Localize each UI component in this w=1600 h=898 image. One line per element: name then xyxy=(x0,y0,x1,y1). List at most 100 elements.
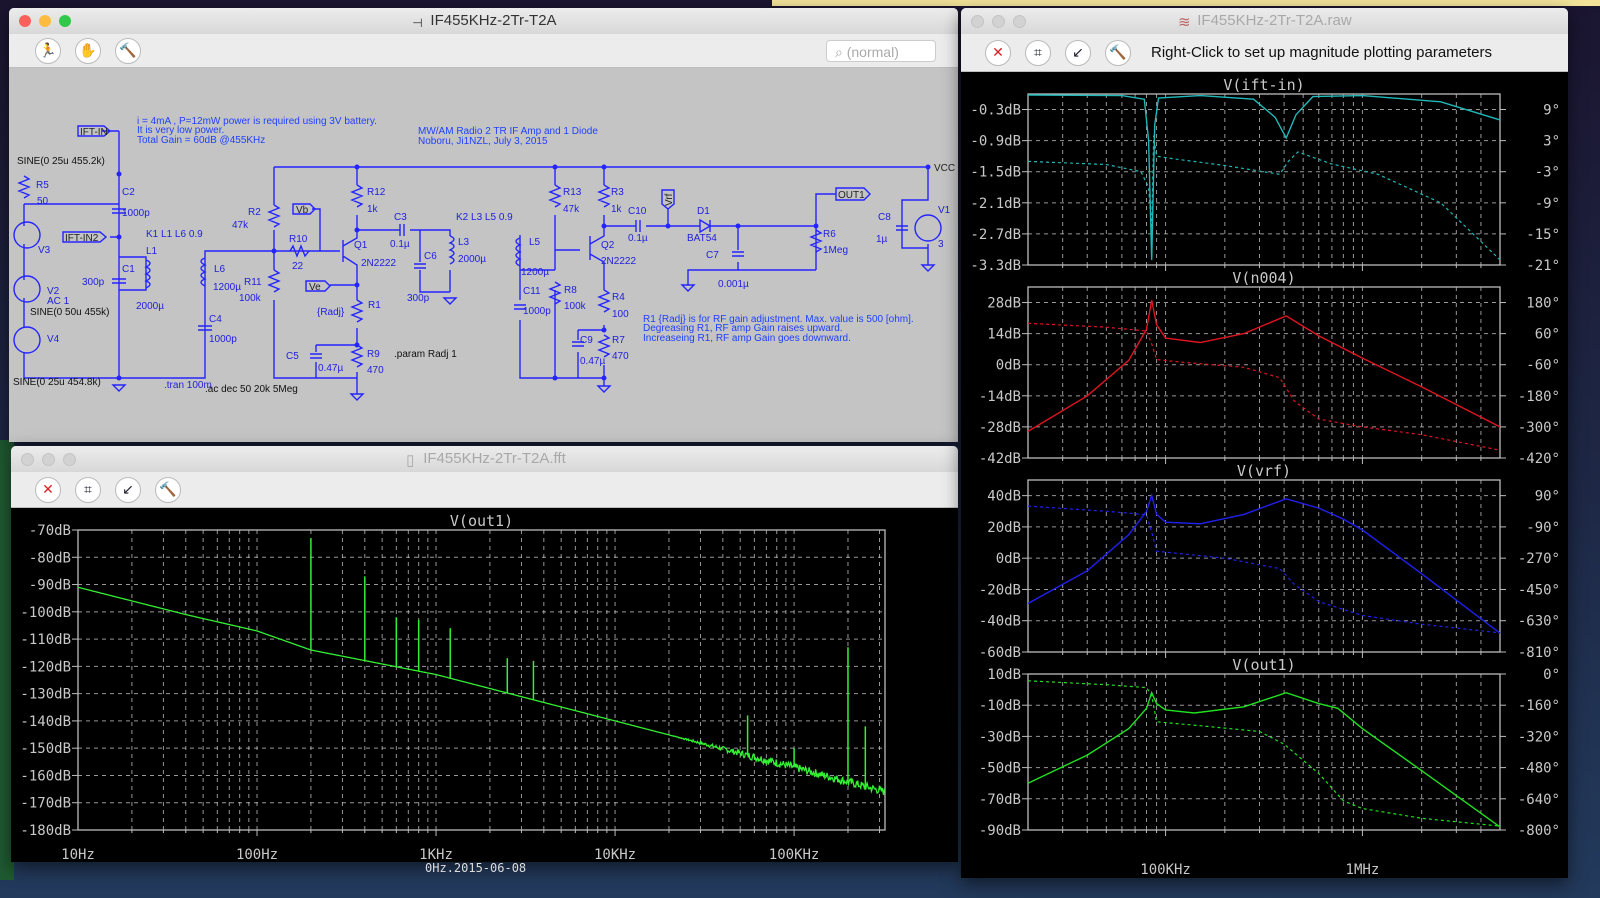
raw-plot-pane[interactable]: -0.3dB -0.9dB -1.5dB -2.1dB -2.7dB -3.3dB 9° 3°… xyxy=(961,72,1568,878)
plot-title: V(out1) xyxy=(450,512,513,530)
fft-plot-pane[interactable]: -70dB -80dB -90dB -100dB -110dB -120dB -130dB -… xyxy=(11,508,958,862)
flag-vb[interactable]: Vb xyxy=(296,205,309,216)
value-c3: 0.1µ xyxy=(390,239,410,250)
y-tick-label: -120dB xyxy=(20,659,71,675)
value-l3: 2000µ xyxy=(458,254,486,265)
schematic-canvas[interactable]: i = 4mA , P=12mW power is required using… xyxy=(9,68,958,442)
y-tick-label: -28dB xyxy=(979,420,1021,436)
y-tick-label: -150dB xyxy=(20,741,71,757)
label-c10: C10 xyxy=(628,206,647,217)
value-l1: 2000µ xyxy=(136,301,164,312)
label-q2: Q2 xyxy=(601,240,615,251)
value-r12: 1k xyxy=(367,204,379,215)
y2-tick-label: 60° xyxy=(1535,327,1560,343)
zoom-back-icon[interactable]: ↙ xyxy=(1065,39,1091,66)
search-input[interactable]: ⌕ (normal) xyxy=(826,40,936,62)
control-panel-hammer-icon[interactable]: 🔨 xyxy=(155,476,181,503)
value-c1: 300p xyxy=(82,277,105,288)
flag-ift-in2[interactable]: IFT-IN2 xyxy=(65,233,99,244)
toolbar-hint: Right-Click to set up magnitude plotting… xyxy=(1151,44,1493,61)
label-r7: R7 xyxy=(612,335,625,346)
fft-toolbar: ✕ ⌗ ↙ 🔨 xyxy=(11,472,958,508)
y-tick-label: -110dB xyxy=(20,632,71,648)
plot-frame xyxy=(1027,93,1501,266)
value-v2-ac: AC 1 xyxy=(47,296,70,307)
label-v1: V1 xyxy=(938,205,951,216)
y-tick-label: -160dB xyxy=(20,768,71,784)
label-c8: C8 xyxy=(878,212,891,223)
magnitude-trace xyxy=(1027,690,1501,828)
y-tick-label: -80dB xyxy=(29,550,71,566)
schematic-titlebar[interactable]: ⊣ IF455KHz-2Tr-T2A xyxy=(9,8,958,34)
zoom-cancel-icon[interactable]: ✕ xyxy=(985,39,1011,66)
plot-title: V(ift-in) xyxy=(1223,76,1304,94)
value-r7: 470 xyxy=(612,351,629,362)
flag-vcc[interactable]: VCC xyxy=(934,163,955,174)
y-tick-label: 20dB xyxy=(987,520,1021,536)
label-c11: C11 xyxy=(523,286,541,297)
fft-titlebar[interactable]: ▯ IF455KHz-2Tr-T2A.fft xyxy=(11,446,958,472)
raw-titlebar[interactable]: ≋ IF455KHz-2Tr-T2A.raw xyxy=(961,8,1568,34)
desktop-note-strip xyxy=(772,0,1600,6)
minimize-button[interactable] xyxy=(39,15,51,27)
close-button[interactable] xyxy=(19,15,31,27)
zoom-button[interactable] xyxy=(59,15,71,27)
minimize-button[interactable] xyxy=(992,15,1005,28)
label-l1: L1 xyxy=(146,246,158,257)
label-l6: L6 xyxy=(214,264,226,275)
zoom-button[interactable] xyxy=(63,453,76,466)
zoom-back-icon[interactable]: ↙ xyxy=(115,476,141,503)
y2-tick-label: -320° xyxy=(1518,729,1560,745)
minimize-button[interactable] xyxy=(42,453,55,466)
halt-hand-icon[interactable]: ✋ xyxy=(75,37,101,64)
close-button[interactable] xyxy=(971,15,984,28)
flag-ift-in[interactable]: IFT-IN xyxy=(80,127,108,138)
raw-toolbar: ✕ ⌗ ↙ 🔨 Right-Click to set up magnitude … xyxy=(961,34,1568,72)
status-caption: 0Hz.2015-06-08 xyxy=(425,861,527,875)
y2-tick-label: -810° xyxy=(1518,645,1560,661)
x-tick-label: 10KHz xyxy=(594,847,636,862)
x-tick-label: 100Hz xyxy=(236,847,278,862)
label-d1: D1 xyxy=(697,206,710,217)
label-c5: C5 xyxy=(286,351,299,362)
autorange-icon[interactable]: ⌗ xyxy=(75,476,101,503)
y-tick-label: -180dB xyxy=(20,823,71,839)
schematic-toolbar: 🏃 ✋ 🔨 ⌕ (normal) xyxy=(9,34,958,68)
value-c5: 0.47µ xyxy=(318,363,343,374)
y2-tick-label: 0° xyxy=(1543,667,1560,683)
value-l6: 1200µ xyxy=(213,282,241,293)
control-panel-hammer-icon[interactable]: 🔨 xyxy=(1105,39,1131,66)
flag-vrf[interactable]: Vrf xyxy=(664,193,675,206)
y2-tick-label: -180° xyxy=(1518,389,1560,405)
value-r3: 1k xyxy=(611,204,623,215)
y-tick-label: -2.7dB xyxy=(970,227,1021,243)
zoom-button[interactable] xyxy=(1013,15,1026,28)
y-tick-label: -90dB xyxy=(29,578,71,594)
autorange-icon[interactable]: ⌗ xyxy=(1025,39,1051,66)
x-tick-label: 10Hz xyxy=(61,847,95,862)
comment-r1-note3: Increaseing R1, RF amp Gain goes downwar… xyxy=(643,333,851,344)
label-r2: R2 xyxy=(248,207,261,218)
y-tick-label: 40dB xyxy=(987,489,1021,505)
value-r13: 47k xyxy=(563,204,580,215)
value-c11: 1000p xyxy=(523,306,551,317)
label-c6: C6 xyxy=(424,251,437,262)
value-c2: 1000p xyxy=(122,208,150,219)
flag-out1[interactable]: OUT1 xyxy=(838,190,865,201)
label-r9: R9 xyxy=(367,349,380,360)
value-r1: {Radj} xyxy=(317,307,345,318)
schematic-doc-icon: ⊣ xyxy=(412,16,423,30)
close-button[interactable] xyxy=(21,453,34,466)
value-v1: 3 xyxy=(938,239,944,250)
flag-ve[interactable]: Ve xyxy=(309,282,321,293)
zoom-cancel-icon[interactable]: ✕ xyxy=(35,476,61,503)
directive-ac: .ac dec 50 20k 5Meg xyxy=(205,384,298,395)
label-v3: V3 xyxy=(38,245,51,256)
label-r12: R12 xyxy=(367,187,386,198)
y-tick-label: 28dB xyxy=(987,296,1021,312)
label-c9: C9 xyxy=(580,335,593,346)
comment-title2: Noboru, Ji1NZL, July 3, 2015 xyxy=(418,136,548,147)
y2-tick-label: 180° xyxy=(1526,296,1560,312)
control-panel-hammer-icon[interactable]: 🔨 xyxy=(115,37,141,64)
run-icon[interactable]: 🏃 xyxy=(35,37,61,64)
